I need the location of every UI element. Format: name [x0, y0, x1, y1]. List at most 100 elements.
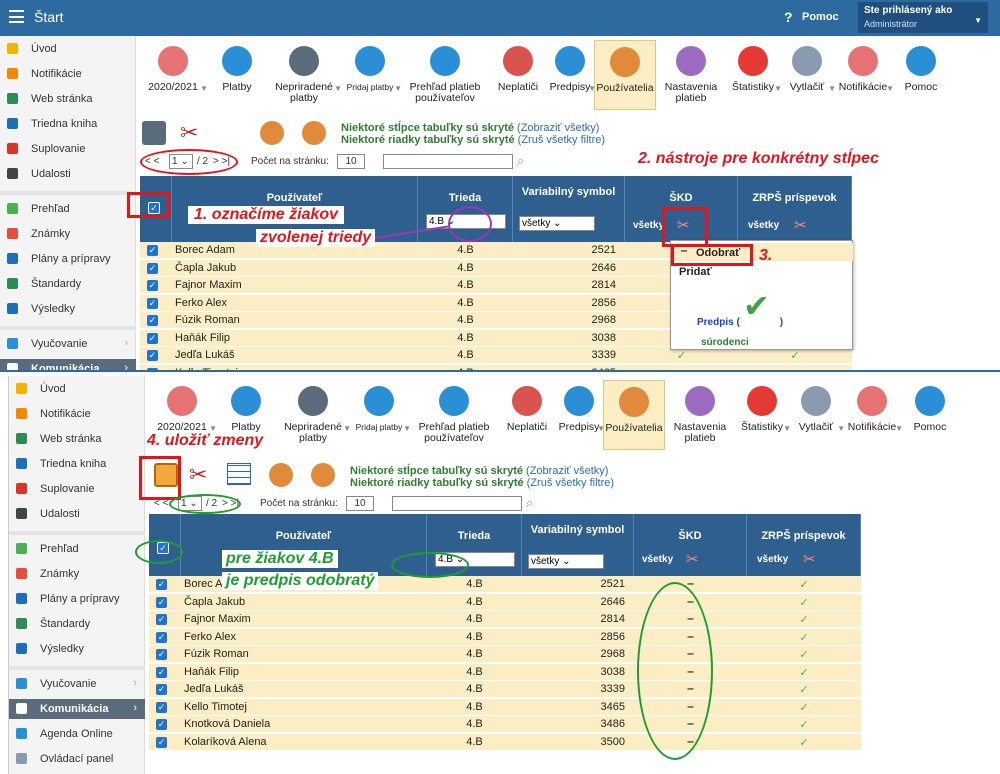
toolbar-button-euro-book-icon[interactable]: Prehľad platieb používateľov — [409, 380, 499, 450]
check-icon[interactable]: ✓ — [625, 349, 738, 362]
show-all-columns-link[interactable]: (Zobraziť všetky) — [526, 465, 608, 477]
toolbar-button-euro-book-icon[interactable]: Prehľad platieb používateľov — [400, 40, 490, 110]
tools-icon[interactable]: ✂ — [180, 120, 198, 146]
table-row[interactable]: ✓Ferko Alex4.B2856‒✓ — [149, 628, 861, 646]
user-add-icon[interactable] — [311, 463, 335, 487]
sidebar-item[interactable]: Výsledky — [9, 639, 145, 659]
toolbar-button-money-bag-warning-icon[interactable]: Neplatiči — [490, 40, 546, 110]
toolbar-button-user-icon[interactable]: Používatelia — [603, 380, 665, 450]
search-icon[interactable]: ⌕ — [517, 153, 524, 169]
row-checkbox[interactable]: ✓ — [147, 245, 158, 256]
row-checkbox[interactable]: ✓ — [156, 666, 167, 678]
sidebar-item[interactable]: Suplovanie — [0, 139, 136, 159]
sidebar-item[interactable]: Prehľad — [9, 539, 145, 559]
sidebar-item[interactable]: Výsledky — [0, 299, 136, 319]
table-row[interactable]: ✓ Čapla Jakub 4.B 2646 ‒ ✓ — [149, 593, 861, 611]
sidebar-item[interactable]: Web stránka — [0, 89, 136, 109]
row-checkbox[interactable]: ✓ — [147, 297, 158, 309]
toolbar-button-money-bag-warning-icon[interactable]: Neplatiči — [499, 380, 555, 450]
row-checkbox[interactable]: ✓ — [147, 315, 158, 326]
row-checkbox[interactable]: ✓ — [147, 350, 158, 361]
sidebar-item[interactable]: Známky — [0, 224, 136, 244]
sidebar-item[interactable]: Štandardy — [0, 274, 136, 294]
toolbar-button-add-money-icon[interactable]: Pridaj platby ▼ — [349, 380, 411, 450]
save-icon[interactable] — [142, 121, 166, 145]
table-row[interactable]: ✓ Jedľa Lukáš 4.B 3339 ‒ ✓ — [149, 681, 861, 698]
home-link[interactable]: Štart — [34, 9, 64, 25]
table-row[interactable]: ✓Fajnor Maxim4.B2814‒✓ — [149, 611, 861, 628]
sidebar-item-vyucovanie[interactable]: Vyučovanie › — [0, 334, 136, 354]
sidebar-item[interactable]: Suplovanie — [9, 479, 145, 499]
tools-icon[interactable]: ✂ — [189, 462, 207, 488]
column-chooser-icon[interactable] — [227, 463, 251, 485]
search-input[interactable] — [383, 154, 513, 169]
vs-filter-select[interactable]: všetky ⌄ — [519, 216, 595, 231]
toolbar-button-money-bag-icon[interactable]: Nepriradené platby ▼ — [277, 380, 351, 450]
clear-filters-link[interactable]: (Zruš všetky filtre) — [527, 477, 614, 489]
help-icon[interactable]: ? — [784, 9, 793, 25]
sidebar-item-vyucovanie[interactable]: Vyučovanie › — [9, 674, 145, 694]
check-icon[interactable]: ✓ — [747, 648, 861, 661]
row-checkbox[interactable]: ✓ — [156, 596, 167, 608]
toolbar-button-money-bag-icon[interactable]: Nepriradené platby ▼ — [268, 40, 342, 110]
menu-icon[interactable] — [9, 10, 24, 23]
toolbar-button-pie-chart-icon[interactable]: Štatistiky ▼ — [735, 380, 791, 450]
toolbar-button-gear-icon[interactable]: Nastavenia platieb — [665, 380, 735, 450]
per-page-input[interactable]: 10 — [337, 154, 365, 169]
user-check-icon[interactable] — [269, 463, 293, 487]
row-checkbox[interactable]: ✓ — [147, 262, 158, 274]
check-icon[interactable]: ✓ — [747, 578, 861, 591]
row-checkbox[interactable]: ✓ — [156, 631, 167, 643]
toolbar-button-add-money-icon[interactable]: Pridaj platby ▼ — [340, 40, 402, 110]
sidebar-item[interactable]: Úvod — [0, 39, 136, 59]
check-icon[interactable]: ✓ — [747, 631, 861, 644]
dash-icon[interactable]: ‒ — [634, 578, 747, 590]
row-checkbox[interactable]: ✓ — [156, 614, 167, 625]
toolbar-button-user-icon[interactable]: Používatelia — [594, 40, 656, 110]
sidebar-item[interactable]: Plány a prípravy — [0, 249, 136, 269]
vs-filter-select[interactable]: všetky ⌄ — [528, 554, 604, 569]
toolbar-button-phone-icon[interactable]: Notifikácie ▼ — [843, 380, 903, 450]
row-checkbox[interactable]: ✓ — [147, 332, 158, 344]
column-tools-icon[interactable]: ✂ — [803, 550, 816, 568]
user-check-icon[interactable] — [260, 121, 284, 145]
check-icon[interactable]: ✓ — [747, 613, 861, 626]
help-link[interactable]: Pomoc — [802, 11, 839, 23]
sidebar-item[interactable]: Triedna kniha — [9, 454, 145, 474]
sidebar-item[interactable]: Notifikácie — [0, 64, 136, 84]
sidebar-item-komunikacia[interactable]: Komunikácia › — [9, 699, 145, 719]
toolbar-button-calendar-icon[interactable]: 2020/2021 ▼ — [140, 40, 208, 110]
toolbar-button-money-bag-icon[interactable]: Platby — [206, 40, 268, 110]
sidebar-item-control-panel[interactable]: Ovládací panel — [9, 749, 145, 769]
toolbar-button-gear-icon[interactable]: Nastavenia platieb — [656, 40, 726, 110]
predpis-option[interactable]: Predpis () — [697, 317, 783, 328]
sidebar-item[interactable]: Web stránka — [9, 429, 145, 449]
sidebar-item[interactable]: Úvod — [9, 379, 145, 399]
search-icon[interactable]: ⌕ — [526, 495, 533, 511]
toolbar-button-help-icon[interactable]: Pomoc — [901, 380, 959, 450]
toolbar-button-printer-icon[interactable]: Vytlačiť ▼ — [780, 40, 836, 110]
sidebar-item[interactable]: Štandardy — [9, 614, 145, 634]
show-all-columns-link[interactable]: (Zobraziť všetky) — [517, 122, 599, 134]
add-option[interactable]: Pridať — [679, 266, 712, 278]
column-tools-icon[interactable]: ✂ — [686, 550, 699, 568]
check-icon[interactable]: ✓ — [747, 596, 861, 609]
row-checkbox[interactable]: ✓ — [156, 579, 167, 590]
row-checkbox[interactable]: ✓ — [147, 280, 158, 291]
check-icon[interactable]: ✓ — [747, 736, 861, 749]
table-row[interactable]: ✓ Kello Timotej 4.B 3465 ‒ ✓ — [149, 698, 861, 716]
table-row[interactable]: ✓ Knotková Daniela 4.B 3486 ‒ ✓ — [149, 716, 861, 733]
sidebar-item[interactable]: Notifikácie — [9, 404, 145, 424]
user-menu[interactable]: Ste prihlásený ako Administrátor ▼ — [858, 2, 988, 33]
check-icon[interactable]: ✓ — [747, 701, 861, 714]
check-icon[interactable]: ✓ — [747, 683, 861, 696]
per-page-input[interactable]: 10 — [346, 496, 374, 511]
toolbar-button-pie-chart-icon[interactable]: Štatistiky ▼ — [726, 40, 782, 110]
toolbar-button-document-icon[interactable]: Predpisy ▼ — [555, 380, 605, 450]
table-row[interactable]: ✓ Kolaríková Alena 4.B 3500 ‒ ✓ — [149, 733, 861, 751]
toolbar-button-phone-icon[interactable]: Notifikácie ▼ — [834, 40, 894, 110]
toolbar-button-printer-icon[interactable]: Vytlačiť ▼ — [789, 380, 845, 450]
surodenci-option[interactable]: súrodenci — [701, 337, 749, 348]
search-input[interactable] — [392, 496, 522, 511]
toolbar-button-help-icon[interactable]: Pomoc — [892, 40, 950, 110]
